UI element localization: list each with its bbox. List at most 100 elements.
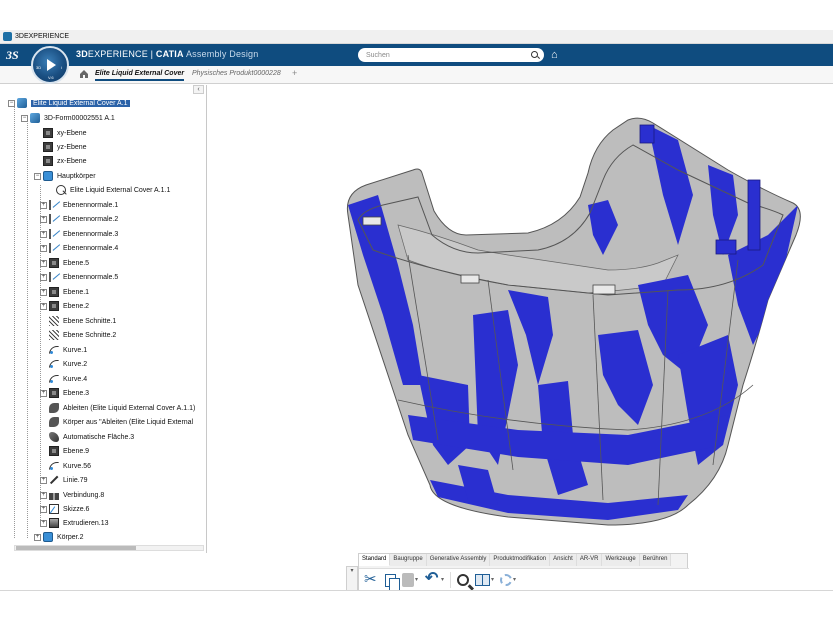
curve-icon bbox=[49, 359, 59, 369]
expand-toggle[interactable]: + bbox=[40, 505, 47, 513]
tree-node[interactable]: Automatische Fläche.3 bbox=[40, 431, 134, 443]
plane-icon bbox=[43, 128, 53, 138]
tree-node-hauptkoerper[interactable]: − Hauptkörper bbox=[34, 170, 96, 182]
gear-dropdown-icon[interactable]: ▾ bbox=[513, 576, 516, 583]
scissors-icon[interactable] bbox=[363, 570, 379, 588]
tab-physisches-produkt[interactable]: Physisches Produkt0000228 bbox=[192, 70, 281, 77]
derive-icon bbox=[49, 403, 59, 413]
document-tab-bar: Elite Liquid External Cover Physisches P… bbox=[0, 66, 833, 84]
home-icon[interactable] bbox=[79, 69, 89, 79]
curve-icon bbox=[49, 461, 59, 471]
tab-werkzeuge[interactable]: Werkzeuge bbox=[602, 554, 640, 566]
tree-node[interactable]: + Linie.79 bbox=[40, 474, 88, 486]
paste-icon[interactable] bbox=[402, 572, 414, 587]
expand-toggle[interactable]: + bbox=[40, 302, 47, 310]
gear-icon[interactable] bbox=[500, 573, 513, 586]
tree-node[interactable]: Kurve.2 bbox=[40, 358, 87, 370]
collapse-toggle[interactable]: − bbox=[21, 114, 28, 122]
tree-node[interactable]: + Ebenennormale.5 bbox=[40, 271, 118, 283]
book-dropdown-icon[interactable]: ▾ bbox=[491, 576, 494, 583]
tree-node[interactable]: Ableiten (Elite Liquid External Cover A.… bbox=[40, 402, 195, 414]
tree-node[interactable]: + Ebene.1 bbox=[40, 286, 89, 298]
paste-dropdown-icon[interactable]: ▾ bbox=[415, 576, 418, 583]
section-icon bbox=[49, 316, 59, 326]
tree-node[interactable]: Kurve.4 bbox=[40, 373, 87, 385]
tree-node[interactable]: + Skizze.6 bbox=[40, 503, 89, 515]
book-icon[interactable] bbox=[475, 573, 491, 586]
expand-toggle[interactable]: + bbox=[40, 244, 47, 252]
expand-toggle[interactable]: + bbox=[40, 273, 47, 281]
tab-generative-assembly[interactable]: Generative Assembly bbox=[426, 554, 491, 566]
tree-node[interactable]: + Ebenennormale.2 bbox=[40, 213, 118, 225]
geometry-icon bbox=[56, 185, 66, 195]
specification-tree: ‹ − Elite Liquid External Cover A.1 − 3D… bbox=[0, 85, 207, 553]
part-icon bbox=[30, 113, 40, 123]
3d-viewport[interactable] bbox=[208, 85, 833, 590]
tree-node[interactable]: + Extrudieren.13 bbox=[40, 517, 109, 529]
tree-node[interactable]: Ebene Schnitte.2 bbox=[40, 329, 116, 341]
search-icon[interactable] bbox=[531, 51, 538, 58]
tree-node[interactable]: Körper aus "Ableiten (Elite Liquid Exter… bbox=[40, 416, 193, 428]
app-logo-icon bbox=[3, 32, 12, 41]
tree-node-root[interactable]: − Elite Liquid External Cover A.1 bbox=[8, 97, 130, 109]
expand-toggle[interactable]: + bbox=[40, 259, 47, 267]
expand-toggle[interactable]: + bbox=[40, 288, 47, 296]
tree-node[interactable]: + Verbindung.8 bbox=[40, 489, 104, 501]
compass-widget[interactable]: 3D i V.6 bbox=[31, 46, 69, 84]
tab-beruehren[interactable]: Berühren bbox=[639, 554, 672, 566]
add-tab-icon[interactable]: + bbox=[292, 68, 297, 78]
tree-node[interactable]: xy-Ebene bbox=[34, 127, 87, 139]
plane-normal-icon bbox=[49, 243, 59, 253]
copy-icon[interactable] bbox=[385, 574, 400, 591]
undo-dropdown-icon[interactable]: ▾ bbox=[441, 576, 444, 583]
tab-baugruppe[interactable]: Baugruppe bbox=[390, 554, 427, 566]
ds-logo-icon[interactable]: 3S bbox=[6, 48, 19, 63]
tree-node[interactable]: Kurve.1 bbox=[40, 344, 87, 356]
plane-normal-icon bbox=[49, 214, 59, 224]
plane-icon bbox=[49, 388, 59, 398]
expand-toggle[interactable]: + bbox=[40, 230, 47, 238]
tab-ar-vr[interactable]: AR-VR bbox=[576, 554, 603, 566]
tree-node[interactable]: Kurve.56 bbox=[40, 460, 91, 472]
actionbar-toggle[interactable]: ▾ bbox=[346, 566, 358, 591]
collapse-toggle[interactable]: − bbox=[8, 99, 15, 107]
collapse-toggle[interactable]: − bbox=[34, 172, 41, 180]
tree-node[interactable]: Ebene.9 bbox=[40, 445, 89, 457]
tab-elite-liquid-external-cover[interactable]: Elite Liquid External Cover bbox=[95, 70, 185, 81]
expand-toggle[interactable]: + bbox=[34, 533, 41, 541]
tree-horizontal-scrollbar[interactable] bbox=[14, 545, 204, 551]
tab-standard[interactable]: Standard bbox=[359, 554, 391, 566]
plane-normal-icon bbox=[49, 272, 59, 282]
tree-node[interactable]: zx-Ebene bbox=[34, 155, 87, 167]
3d-model-cover[interactable] bbox=[208, 85, 833, 590]
window-titlebar: 3DEXPERIENCE bbox=[0, 30, 833, 44]
tree-node[interactable]: + Ebenennormale.3 bbox=[40, 228, 118, 240]
sketch-icon bbox=[49, 504, 59, 514]
expand-toggle[interactable]: + bbox=[40, 389, 47, 397]
expand-toggle[interactable]: + bbox=[40, 215, 47, 223]
derive-icon bbox=[49, 417, 59, 427]
expand-toggle[interactable]: + bbox=[40, 519, 47, 527]
expand-toggle[interactable]: + bbox=[40, 476, 47, 484]
collapse-panel-button[interactable]: ‹ bbox=[193, 85, 204, 94]
undo-icon[interactable] bbox=[424, 568, 440, 588]
tree-node[interactable]: + Ebenennormale.1 bbox=[40, 199, 118, 211]
tree-node[interactable]: + Ebenennormale.4 bbox=[40, 242, 118, 254]
search-input[interactable]: Suchen bbox=[358, 48, 544, 62]
tag-icon[interactable]: ⌂ bbox=[551, 49, 558, 61]
search-placeholder: Suchen bbox=[366, 51, 390, 59]
tree-node[interactable]: + Ebene.5 bbox=[40, 257, 89, 269]
tree-node[interactable]: Elite Liquid External Cover A.1.1 bbox=[47, 184, 170, 196]
tree-node-part[interactable]: − 3D-Form00002551 A.1 bbox=[21, 112, 115, 124]
tab-ansicht[interactable]: Ansicht bbox=[550, 554, 577, 566]
tree-node[interactable]: Ebene Schnitte.1 bbox=[40, 315, 116, 327]
zoom-icon[interactable] bbox=[457, 573, 470, 586]
tree-node[interactable]: + Ebene.3 bbox=[40, 387, 89, 399]
tree-node[interactable]: + Ebene.2 bbox=[40, 300, 89, 312]
expand-toggle[interactable]: + bbox=[40, 201, 47, 209]
expand-toggle[interactable]: + bbox=[40, 491, 47, 499]
scrollbar-thumb[interactable] bbox=[16, 546, 136, 550]
tab-produktmodifikation[interactable]: Produktmodifikation bbox=[490, 554, 551, 566]
tree-node[interactable]: yz-Ebene bbox=[34, 141, 87, 153]
tree-node-koerper2[interactable]: + Körper.2 bbox=[34, 531, 83, 543]
